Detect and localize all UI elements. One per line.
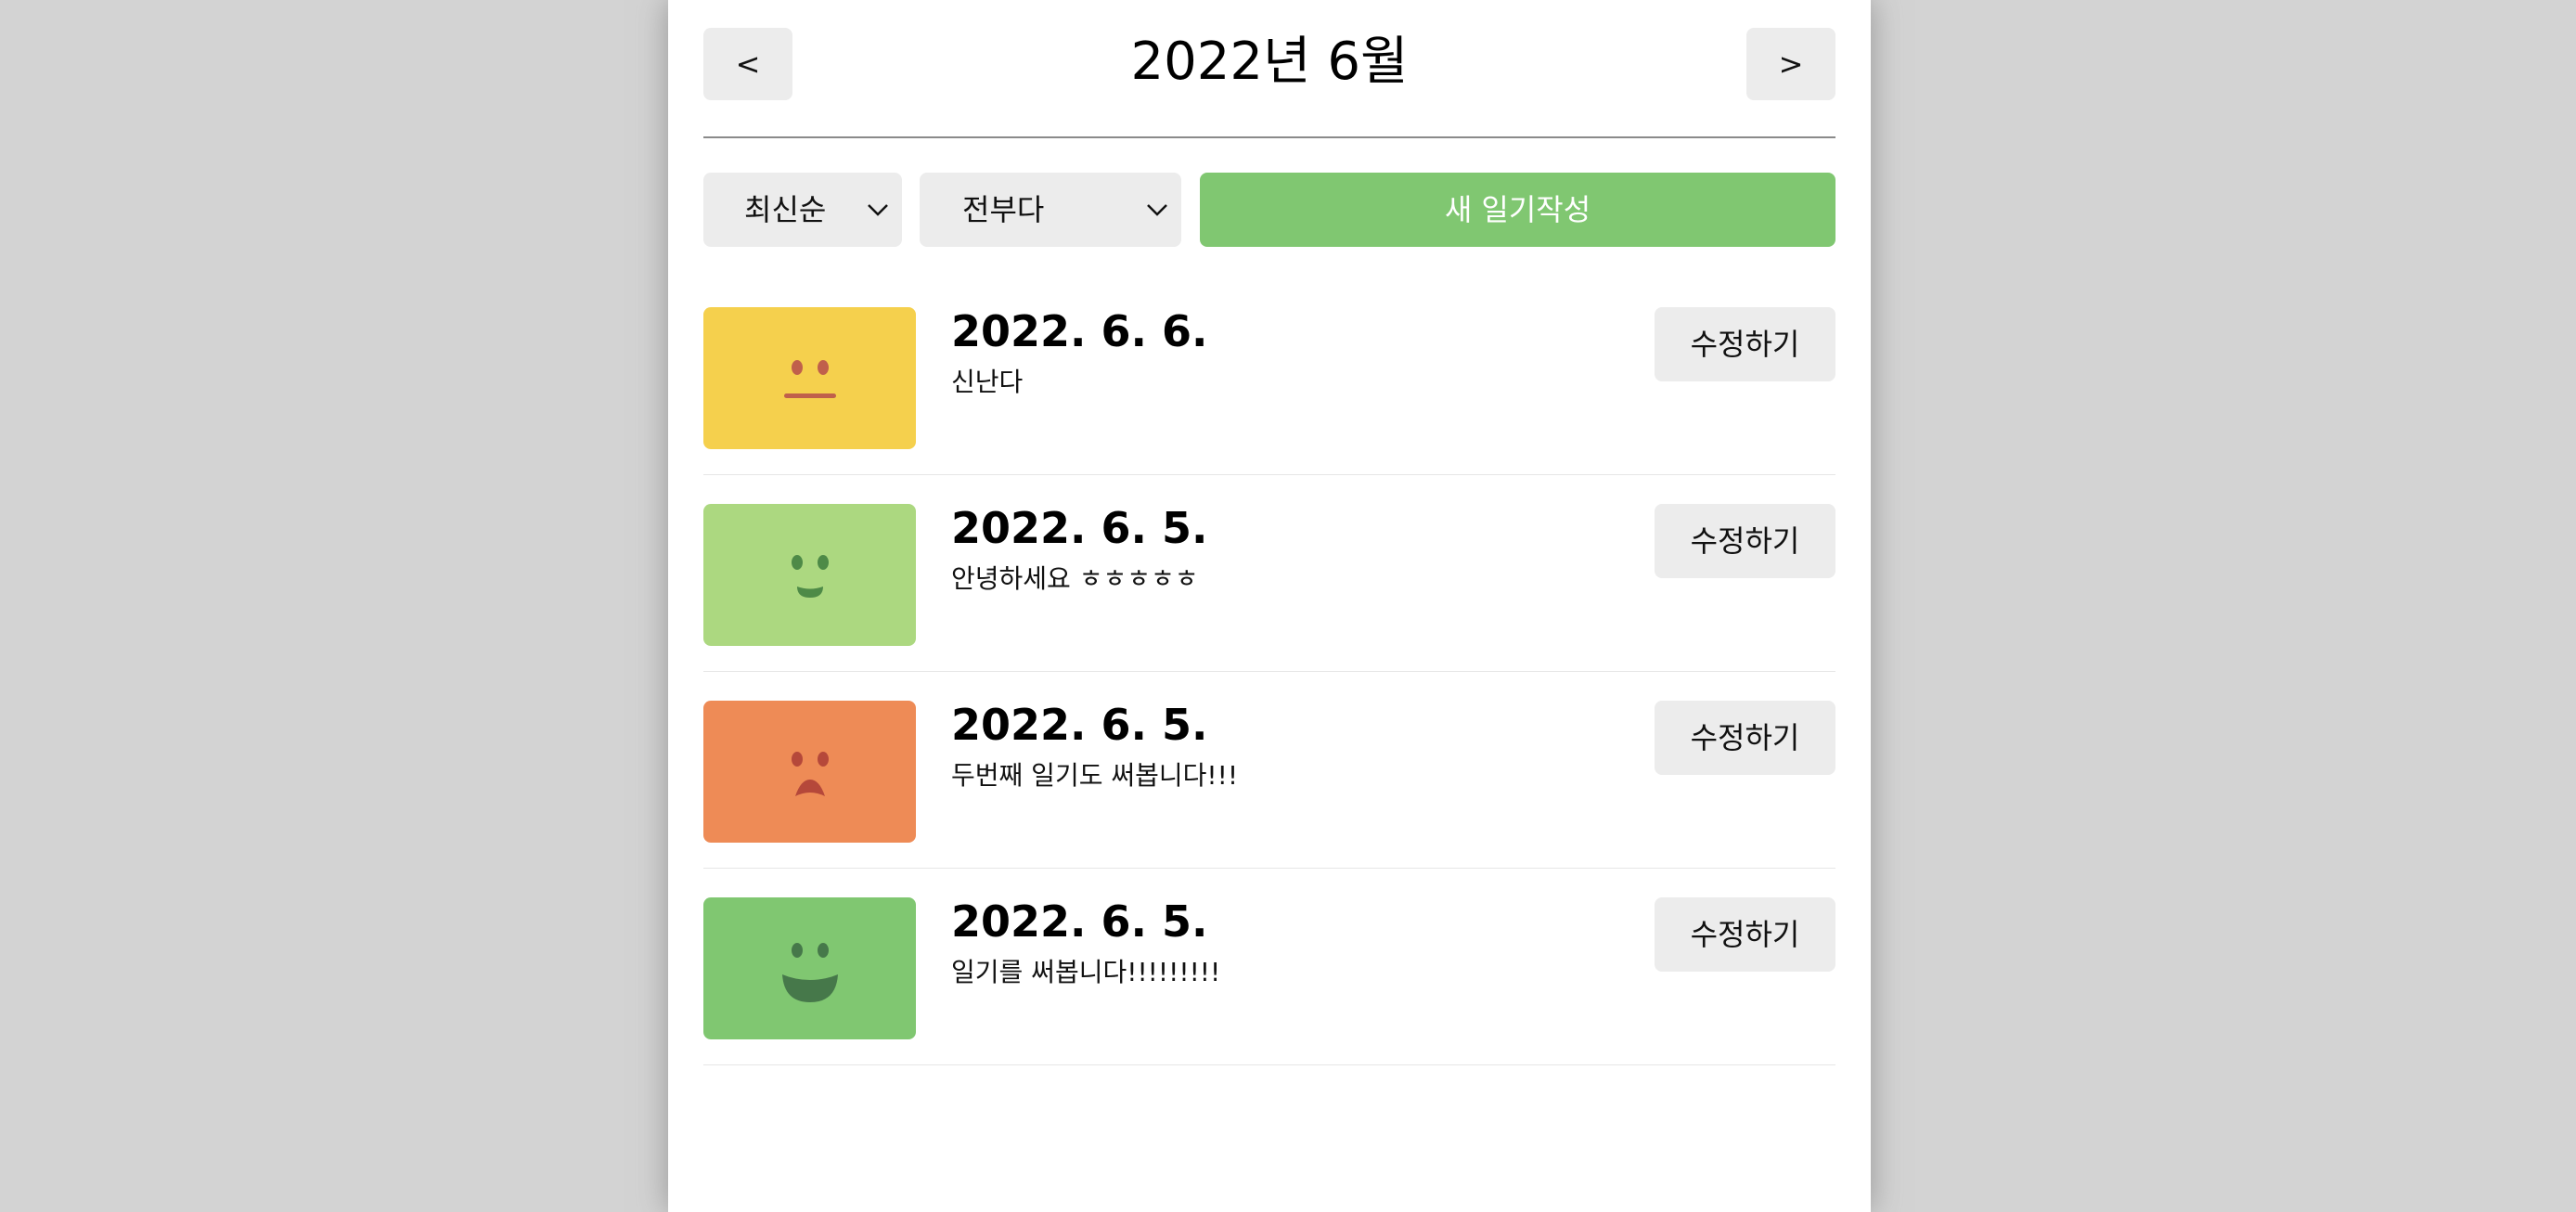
chevron-down-icon bbox=[868, 204, 888, 216]
entry-info[interactable]: 2022. 6. 6. 신난다 bbox=[951, 299, 1208, 401]
filter-select-value: 전부다 bbox=[962, 192, 1045, 227]
edit-button[interactable]: 수정하기 bbox=[1655, 504, 1835, 578]
header-divider bbox=[703, 136, 1835, 138]
diary-app: 2022년 6월 < > 최신순 전부다 새 일기작성 2022. 6. 6. … bbox=[668, 0, 1871, 1212]
list-item: 2022. 6. 5. 안녕하세요 ㅎㅎㅎㅎㅎ 수정하기 bbox=[703, 475, 1835, 672]
entry-date: 2022. 6. 5. bbox=[951, 700, 1208, 750]
entry-date: 2022. 6. 5. bbox=[951, 896, 1208, 947]
edit-button[interactable]: 수정하기 bbox=[1655, 701, 1835, 775]
entry-content: 일기를 써봅니다!!!!!!!!! bbox=[951, 957, 1221, 987]
neutral-face-icon bbox=[783, 359, 836, 398]
entry-info[interactable]: 2022. 6. 5. 일기를 써봅니다!!!!!!!!! bbox=[951, 889, 1220, 991]
entry-date: 2022. 6. 6. bbox=[951, 306, 1208, 356]
entry-info[interactable]: 2022. 6. 5. 안녕하세요 ㅎㅎㅎㅎㅎ bbox=[951, 496, 1208, 598]
sad-face-icon bbox=[791, 751, 829, 796]
header: 2022년 6월 < > bbox=[703, 28, 1835, 100]
big-smile-face-icon bbox=[781, 942, 838, 1002]
chevron-down-icon bbox=[1147, 204, 1167, 216]
sort-select-value: 최신순 bbox=[744, 192, 827, 227]
prev-month-button[interactable]: < bbox=[703, 28, 792, 100]
list-item: 2022. 6. 6. 신난다 수정하기 bbox=[703, 278, 1835, 475]
emotion-thumbnail[interactable] bbox=[703, 504, 916, 646]
next-month-button[interactable]: > bbox=[1746, 28, 1835, 100]
month-title: 2022년 6월 bbox=[1130, 32, 1409, 92]
sort-select[interactable]: 최신순 bbox=[703, 173, 902, 247]
entry-content: 안녕하세요 ㅎㅎㅎㅎㅎ bbox=[951, 563, 1199, 594]
new-diary-button[interactable]: 새 일기작성 bbox=[1200, 173, 1835, 247]
filter-select[interactable]: 전부다 bbox=[920, 173, 1181, 247]
entry-content: 신난다 bbox=[951, 367, 1024, 397]
controls-bar: 최신순 전부다 새 일기작성 bbox=[703, 173, 1835, 247]
emotion-thumbnail[interactable] bbox=[703, 307, 916, 449]
emotion-thumbnail[interactable] bbox=[703, 897, 916, 1039]
diary-list: 2022. 6. 6. 신난다 수정하기 2022. 6. 5. 안녕하세요 ㅎ… bbox=[703, 278, 1835, 1065]
entry-info[interactable]: 2022. 6. 5. 두번째 일기도 써봅니다!!! bbox=[951, 692, 1238, 794]
list-item: 2022. 6. 5. 두번째 일기도 써봅니다!!! 수정하기 bbox=[703, 672, 1835, 869]
smile-face-icon bbox=[791, 554, 829, 598]
emotion-thumbnail[interactable] bbox=[703, 701, 916, 843]
app-inner: 2022년 6월 < > 최신순 전부다 새 일기작성 2022. 6. 6. … bbox=[703, 0, 1835, 1212]
edit-button[interactable]: 수정하기 bbox=[1655, 307, 1835, 381]
entry-content: 두번째 일기도 써봅니다!!! bbox=[951, 760, 1239, 791]
edit-button[interactable]: 수정하기 bbox=[1655, 897, 1835, 972]
entry-date: 2022. 6. 5. bbox=[951, 503, 1208, 553]
list-item: 2022. 6. 5. 일기를 써봅니다!!!!!!!!! 수정하기 bbox=[703, 869, 1835, 1065]
